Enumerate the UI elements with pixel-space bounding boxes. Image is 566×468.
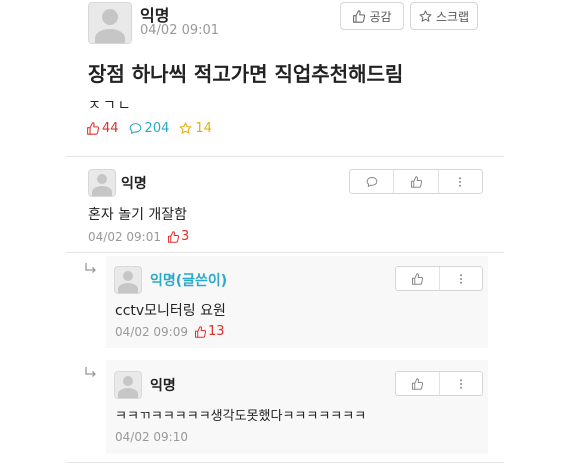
reply-arrow-icon — [85, 367, 96, 377]
post-scrap-button[interactable]: 스크랩 — [410, 2, 478, 30]
thumbs-up-icon — [353, 9, 366, 23]
thumbs-up-icon — [410, 175, 422, 188]
reply-text: ㅋㅋㄲㅋㅋㅋㅋㅋ생각도못했다ㅋㅋㅋㅋㅋㅋㅋ — [115, 409, 367, 424]
reply-actions — [395, 266, 483, 291]
reply-like-button[interactable] — [396, 267, 439, 290]
more-vertical-icon — [459, 273, 462, 284]
post-scrap-count: 14 — [195, 121, 212, 136]
speech-bubble-icon — [366, 176, 378, 187]
star-icon — [419, 9, 432, 22]
reply-time: 04/02 09:09 — [115, 324, 188, 339]
comment-divider — [66, 252, 504, 253]
comment-like-button[interactable] — [393, 170, 437, 193]
comment-like-stat: 3 — [167, 229, 189, 244]
comment-more-button[interactable] — [437, 170, 482, 193]
post-like-button[interactable]: 공감 — [340, 2, 404, 30]
reply-arrow-icon — [85, 263, 96, 273]
comment-actions — [349, 169, 483, 194]
thumbs-up-icon — [167, 230, 179, 243]
thumbs-up-icon — [412, 377, 424, 390]
reply-author-name: 익명 — [150, 378, 176, 394]
reply-more-button[interactable] — [438, 267, 483, 290]
post-stats: 44 204 14 — [86, 121, 212, 136]
reply-text: cctv모니터링 요원 — [115, 303, 226, 319]
star-icon — [179, 122, 192, 134]
comment-author-avatar — [88, 169, 116, 197]
reply-like-button[interactable] — [396, 372, 439, 395]
comment-author-name: 익명 — [121, 176, 147, 192]
bottom-divider — [66, 462, 504, 463]
comment-text: 혼자 놀기 개잘함 — [88, 207, 188, 223]
comment-like-count: 3 — [180, 229, 190, 244]
reply-author-avatar — [114, 266, 142, 294]
reply-like-stat: 13 — [194, 324, 225, 339]
post-comment-stat: 204 — [129, 121, 170, 136]
post-like-stat: 44 — [86, 121, 119, 136]
post-comment-count: 204 — [144, 121, 170, 136]
comment-reply-button[interactable] — [350, 170, 393, 193]
post-time: 04/02 09:01 — [140, 23, 220, 38]
speech-bubble-icon — [129, 123, 141, 134]
reply-actions — [395, 371, 483, 396]
post-like-count: 44 — [102, 121, 119, 136]
thumbs-up-icon — [194, 325, 206, 338]
post-author-avatar — [88, 2, 132, 44]
thumbs-up-icon — [412, 272, 424, 285]
post-title: 장점 하나씩 적고가면 직업추천해드림 — [88, 62, 404, 86]
post-divider — [66, 156, 504, 157]
reply-meta: 04/02 09:09 13 — [115, 324, 225, 339]
thumbs-up-icon — [87, 122, 99, 135]
reply-author-name: 익명(글쓴이) — [150, 273, 228, 289]
more-vertical-icon — [459, 176, 462, 187]
reply-time: 04/02 09:10 — [115, 430, 188, 444]
post-scrap-label: 스크랩 — [435, 9, 470, 24]
post-like-label: 공감 — [369, 9, 392, 24]
reply-author-avatar — [114, 371, 142, 399]
more-vertical-icon — [459, 378, 462, 389]
post-body: ㅈㄱㄴ — [88, 98, 133, 114]
reply-more-button[interactable] — [438, 372, 483, 395]
reply-like-count: 13 — [207, 324, 225, 339]
comment-time: 04/02 09:01 — [88, 229, 161, 244]
comment-meta: 04/02 09:01 3 — [88, 229, 189, 244]
post-scrap-stat: 14 — [179, 121, 212, 136]
